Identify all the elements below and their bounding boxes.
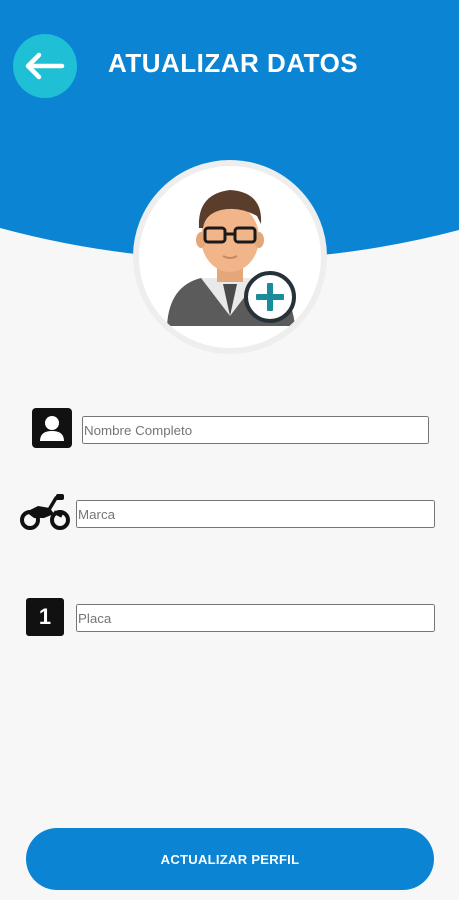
update-profile-button[interactable]: ACTUALIZAR PERFIL	[26, 828, 434, 890]
add-photo-button[interactable]	[243, 270, 297, 324]
motorcycle-icon	[20, 494, 70, 530]
full-name-input[interactable]	[82, 416, 429, 444]
person-card-icon	[32, 408, 72, 448]
avatar[interactable]	[133, 160, 327, 354]
arrow-left-icon	[25, 52, 65, 80]
number-one-icon: 1	[26, 598, 64, 636]
back-button[interactable]	[13, 34, 77, 98]
plus-circle-icon	[244, 271, 296, 323]
number-one-label: 1	[38, 604, 52, 629]
brand-input[interactable]	[76, 500, 435, 528]
page-title: ATUALIZAR DATOS	[108, 48, 359, 78]
plate-input[interactable]	[76, 604, 435, 632]
